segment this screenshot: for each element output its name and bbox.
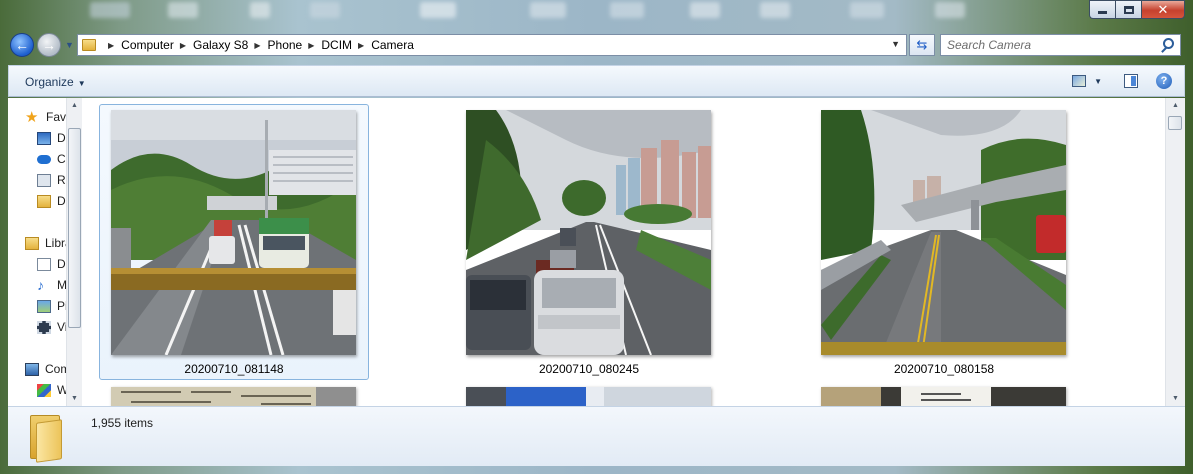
scroll-down-icon[interactable]: ▼ — [1172, 395, 1179, 402]
recent-pages-dropdown-icon[interactable]: ▼ — [65, 40, 74, 50]
breadcrumb-computer[interactable]: Computer — [121, 38, 174, 52]
desktop-icon — [37, 131, 51, 145]
scroll-down-icon[interactable]: ▼ — [71, 395, 78, 402]
file-tile[interactable]: 20200710_080158 — [809, 98, 1079, 383]
file-name: 20200710_080158 — [893, 362, 995, 376]
maximize-button[interactable] — [1115, 0, 1141, 19]
maximize-icon — [1123, 5, 1134, 14]
videos-icon — [37, 320, 51, 334]
folder-icon — [28, 411, 72, 463]
preview-pane-icon[interactable] — [1124, 74, 1138, 88]
scrollbar-thumb[interactable] — [68, 128, 81, 328]
close-button[interactable]: ✕ — [1141, 0, 1185, 19]
photo-thumbnail — [466, 110, 711, 355]
toolbar-right: ▼ ? — [1072, 73, 1172, 89]
file-name: 20200710_080245 — [538, 362, 640, 376]
refresh-icon: ⇆ — [916, 37, 928, 52]
chevron-down-icon: ▼ — [77, 79, 86, 88]
breadcrumb-camera[interactable]: Camera — [371, 38, 414, 52]
background-blur — [0, 0, 1193, 30]
star-icon: ★ — [25, 108, 39, 126]
scroll-up-icon[interactable]: ▲ — [71, 102, 78, 109]
file-list-scrollbar[interactable]: ▲ ▼ — [1165, 98, 1185, 406]
folder-icon — [82, 39, 96, 51]
photo-thumbnail[interactable] — [111, 387, 356, 406]
breadcrumb-dcim[interactable]: DCIM — [321, 38, 352, 52]
item-count: 1,955 items — [91, 416, 154, 430]
downloads-icon — [37, 194, 51, 208]
recent-places-icon — [37, 173, 51, 187]
breadcrumb-phone[interactable]: Phone — [268, 38, 303, 52]
file-tile[interactable]: 20200710_080245 — [454, 98, 724, 383]
organize-label: Organize — [25, 75, 74, 89]
photo-thumbnail — [111, 110, 356, 355]
scrollbar-thumb[interactable] — [1168, 116, 1182, 130]
breadcrumb-separator-icon[interactable]: ▶ — [358, 41, 364, 50]
libraries-icon — [25, 236, 39, 250]
change-view-icon[interactable] — [1072, 75, 1087, 87]
scroll-up-icon[interactable]: ▲ — [1172, 102, 1179, 109]
photo-thumbnail — [821, 110, 1066, 355]
address-row: ← → ▼ ▶ Computer ▶ Galaxy S8 ▶ Phone ▶ D… — [0, 32, 1193, 60]
pictures-icon — [37, 299, 51, 313]
breadcrumb-separator-icon[interactable]: ▶ — [254, 41, 260, 50]
search-input[interactable] — [941, 35, 1156, 55]
address-dropdown-icon[interactable]: ▼ — [891, 39, 900, 49]
music-icon: ♪ — [37, 276, 44, 293]
minimize-icon — [1098, 11, 1107, 14]
close-icon: ✕ — [1157, 2, 1169, 17]
view-options-dropdown-icon[interactable]: ▼ — [1094, 77, 1102, 86]
file-tile[interactable]: 20200710_081148 — [99, 98, 369, 383]
photo-thumbnail[interactable] — [821, 387, 1066, 406]
back-button[interactable]: ← — [10, 33, 34, 57]
photo-thumbnail[interactable] — [466, 387, 711, 406]
cloud-icon — [37, 154, 51, 164]
breadcrumb-separator-icon[interactable]: ▶ — [180, 41, 186, 50]
windows-drive-icon — [37, 383, 51, 397]
breadcrumb-separator-icon[interactable]: ▶ — [308, 41, 314, 50]
navigation-pane-scrollbar[interactable]: ▲ ▼ — [66, 98, 82, 406]
breadcrumb-separator-icon[interactable]: ▶ — [108, 41, 114, 50]
minimize-button[interactable] — [1089, 0, 1115, 19]
details-pane: 1,955 items — [8, 406, 1185, 466]
file-name: 20200710_081148 — [184, 362, 284, 376]
search-icon[interactable] — [1163, 38, 1174, 49]
breadcrumb-galaxy-s8[interactable]: Galaxy S8 — [193, 38, 248, 52]
organize-menu-button[interactable]: Organize ▼ — [25, 75, 86, 89]
computer-icon — [25, 362, 39, 376]
documents-icon — [37, 257, 51, 271]
window-controls: ✕ — [1089, 0, 1185, 19]
file-list: 20200710_081148 20200710_080245 20200710… — [82, 98, 1165, 406]
refresh-button[interactable]: ⇆ — [909, 34, 935, 56]
search-box — [940, 34, 1181, 56]
address-bar[interactable]: ▶ Computer ▶ Galaxy S8 ▶ Phone ▶ DCIM ▶ … — [77, 34, 907, 56]
command-bar: Organize ▼ ▼ ? — [8, 65, 1185, 97]
help-icon[interactable]: ? — [1156, 73, 1172, 89]
forward-button[interactable]: → — [37, 33, 61, 57]
